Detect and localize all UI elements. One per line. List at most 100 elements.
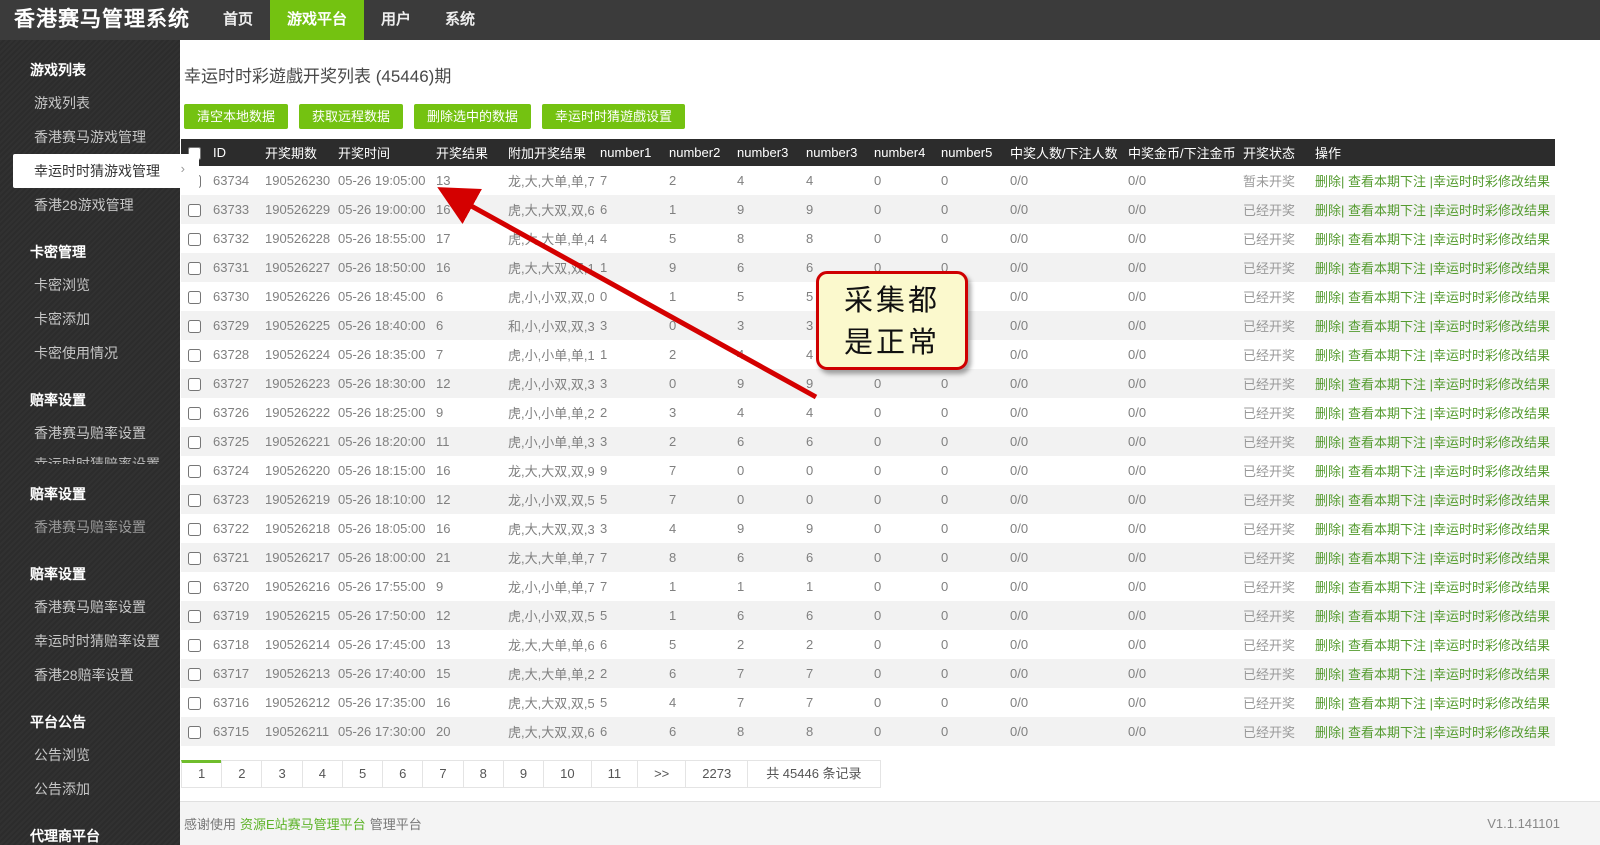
delete-link[interactable]: 删除 (1315, 377, 1341, 392)
delete-link[interactable]: 删除 (1315, 725, 1341, 740)
modify-result-link[interactable]: 幸运时时彩修改结果 (1433, 377, 1550, 392)
view-bets-link[interactable]: 查看本期下注 (1348, 174, 1426, 189)
sidebar-item[interactable]: 香港赛马游戏管理 (0, 120, 180, 154)
row-checkbox[interactable] (187, 581, 201, 595)
view-bets-link[interactable]: 查看本期下注 (1348, 580, 1426, 595)
row-checkbox[interactable] (187, 697, 201, 711)
delete-link[interactable]: 删除 (1315, 319, 1341, 334)
modify-result-link[interactable]: 幸运时时彩修改结果 (1433, 696, 1550, 711)
modify-result-link[interactable]: 幸运时时彩修改结果 (1433, 638, 1550, 653)
sidebar-item-active[interactable]: 幸运时时猜游戏管理 › (13, 154, 199, 188)
page-button-2[interactable]: 2 (221, 760, 263, 788)
delete-link[interactable]: 删除 (1315, 348, 1341, 363)
row-checkbox[interactable] (187, 523, 201, 537)
view-bets-link[interactable]: 查看本期下注 (1348, 522, 1426, 537)
delete-link[interactable]: 删除 (1315, 522, 1341, 537)
row-checkbox[interactable] (187, 291, 201, 305)
modify-result-link[interactable]: 幸运时时彩修改结果 (1433, 203, 1550, 218)
view-bets-link[interactable]: 查看本期下注 (1348, 290, 1426, 305)
view-bets-link[interactable]: 查看本期下注 (1348, 377, 1426, 392)
page-button-8[interactable]: 8 (462, 760, 504, 788)
view-bets-link[interactable]: 查看本期下注 (1348, 261, 1426, 276)
sidebar-item[interactable]: 卡密浏览 (0, 268, 180, 302)
sidebar-item[interactable]: 卡密添加 (0, 302, 180, 336)
modify-result-link[interactable]: 幸运时时彩修改结果 (1433, 261, 1550, 276)
sidebar-item[interactable]: 香港赛马赔率设置 (0, 510, 180, 544)
toolbar-button-2[interactable]: 删除选中的数据 (414, 104, 532, 129)
sidebar-item[interactable]: 公告浏览 (0, 738, 180, 772)
view-bets-link[interactable]: 查看本期下注 (1348, 232, 1426, 247)
sidebar-item[interactable]: 香港28游戏管理 (0, 188, 180, 222)
view-bets-link[interactable]: 查看本期下注 (1348, 464, 1426, 479)
modify-result-link[interactable]: 幸运时时彩修改结果 (1433, 290, 1550, 305)
row-checkbox[interactable] (187, 349, 201, 363)
sidebar-item[interactable]: 香港28赔率设置 (0, 658, 180, 692)
sidebar-item[interactable]: 香港赛马赔率设置 (0, 416, 180, 450)
delete-link[interactable]: 删除 (1315, 493, 1341, 508)
page-button-10[interactable]: 10 (543, 760, 592, 788)
delete-link[interactable]: 删除 (1315, 551, 1341, 566)
delete-link[interactable]: 删除 (1315, 638, 1341, 653)
toolbar-button-0[interactable]: 清空本地数据 (184, 104, 289, 129)
view-bets-link[interactable]: 查看本期下注 (1348, 696, 1426, 711)
page-button-9[interactable]: 9 (502, 760, 545, 788)
view-bets-link[interactable]: 查看本期下注 (1348, 348, 1426, 363)
view-bets-link[interactable]: 查看本期下注 (1348, 667, 1426, 682)
view-bets-link[interactable]: 查看本期下注 (1348, 493, 1426, 508)
row-checkbox[interactable] (187, 436, 201, 450)
row-checkbox[interactable] (187, 610, 201, 624)
view-bets-link[interactable]: 查看本期下注 (1348, 406, 1426, 421)
delete-link[interactable]: 删除 (1315, 696, 1341, 711)
modify-result-link[interactable]: 幸运时时彩修改结果 (1433, 493, 1550, 508)
modify-result-link[interactable]: 幸运时时彩修改结果 (1433, 348, 1550, 363)
row-checkbox[interactable] (187, 320, 201, 334)
view-bets-link[interactable]: 查看本期下注 (1348, 435, 1426, 450)
delete-link[interactable]: 删除 (1315, 435, 1341, 450)
delete-link[interactable]: 删除 (1315, 203, 1341, 218)
modify-result-link[interactable]: 幸运时时彩修改结果 (1433, 319, 1550, 334)
modify-result-link[interactable]: 幸运时时彩修改结果 (1433, 232, 1550, 247)
page-button-6[interactable]: 6 (382, 760, 424, 788)
delete-link[interactable]: 删除 (1315, 232, 1341, 247)
next-pages-button[interactable]: >> (637, 760, 687, 788)
view-bets-link[interactable]: 查看本期下注 (1348, 638, 1426, 653)
delete-link[interactable]: 删除 (1315, 174, 1341, 189)
modify-result-link[interactable]: 幸运时时彩修改结果 (1433, 725, 1550, 740)
nav-item-3[interactable]: 系统 (428, 0, 492, 40)
delete-link[interactable]: 删除 (1315, 464, 1341, 479)
row-checkbox[interactable] (187, 378, 201, 392)
modify-result-link[interactable]: 幸运时时彩修改结果 (1433, 174, 1550, 189)
page-button-3[interactable]: 3 (261, 760, 303, 788)
row-checkbox[interactable] (187, 726, 201, 740)
delete-link[interactable]: 删除 (1315, 580, 1341, 595)
sidebar-item[interactable]: 幸运时时猜赔率设置 (0, 450, 180, 464)
row-checkbox[interactable] (187, 494, 201, 508)
row-checkbox[interactable] (187, 552, 201, 566)
delete-link[interactable]: 删除 (1315, 609, 1341, 624)
nav-item-2[interactable]: 用户 (364, 0, 428, 40)
sidebar-item[interactable]: 幸运时时猜赔率设置 (0, 624, 180, 658)
nav-item-1[interactable]: 游戏平台 (270, 0, 365, 40)
sidebar-item[interactable]: 香港赛马赔率设置 (0, 590, 180, 624)
page-button-4[interactable]: 4 (301, 760, 343, 788)
sidebar-item[interactable]: 卡密使用情况 (0, 336, 180, 370)
toolbar-button-1[interactable]: 获取远程数据 (299, 104, 404, 129)
row-checkbox[interactable] (187, 262, 201, 276)
modify-result-link[interactable]: 幸运时时彩修改结果 (1433, 522, 1550, 537)
sidebar-item[interactable]: 公告添加 (0, 772, 180, 806)
view-bets-link[interactable]: 查看本期下注 (1348, 319, 1426, 334)
view-bets-link[interactable]: 查看本期下注 (1348, 551, 1426, 566)
modify-result-link[interactable]: 幸运时时彩修改结果 (1433, 464, 1550, 479)
row-checkbox[interactable] (187, 407, 201, 421)
modify-result-link[interactable]: 幸运时时彩修改结果 (1433, 435, 1550, 450)
row-checkbox[interactable] (187, 668, 201, 682)
modify-result-link[interactable]: 幸运时时彩修改结果 (1433, 667, 1550, 682)
row-checkbox[interactable] (187, 639, 201, 653)
delete-link[interactable]: 删除 (1315, 406, 1341, 421)
page-button-7[interactable]: 7 (422, 760, 464, 788)
modify-result-link[interactable]: 幸运时时彩修改结果 (1433, 551, 1550, 566)
page-button-5[interactable]: 5 (341, 760, 384, 788)
row-checkbox[interactable] (187, 465, 201, 479)
view-bets-link[interactable]: 查看本期下注 (1348, 203, 1426, 218)
view-bets-link[interactable]: 查看本期下注 (1348, 609, 1426, 624)
